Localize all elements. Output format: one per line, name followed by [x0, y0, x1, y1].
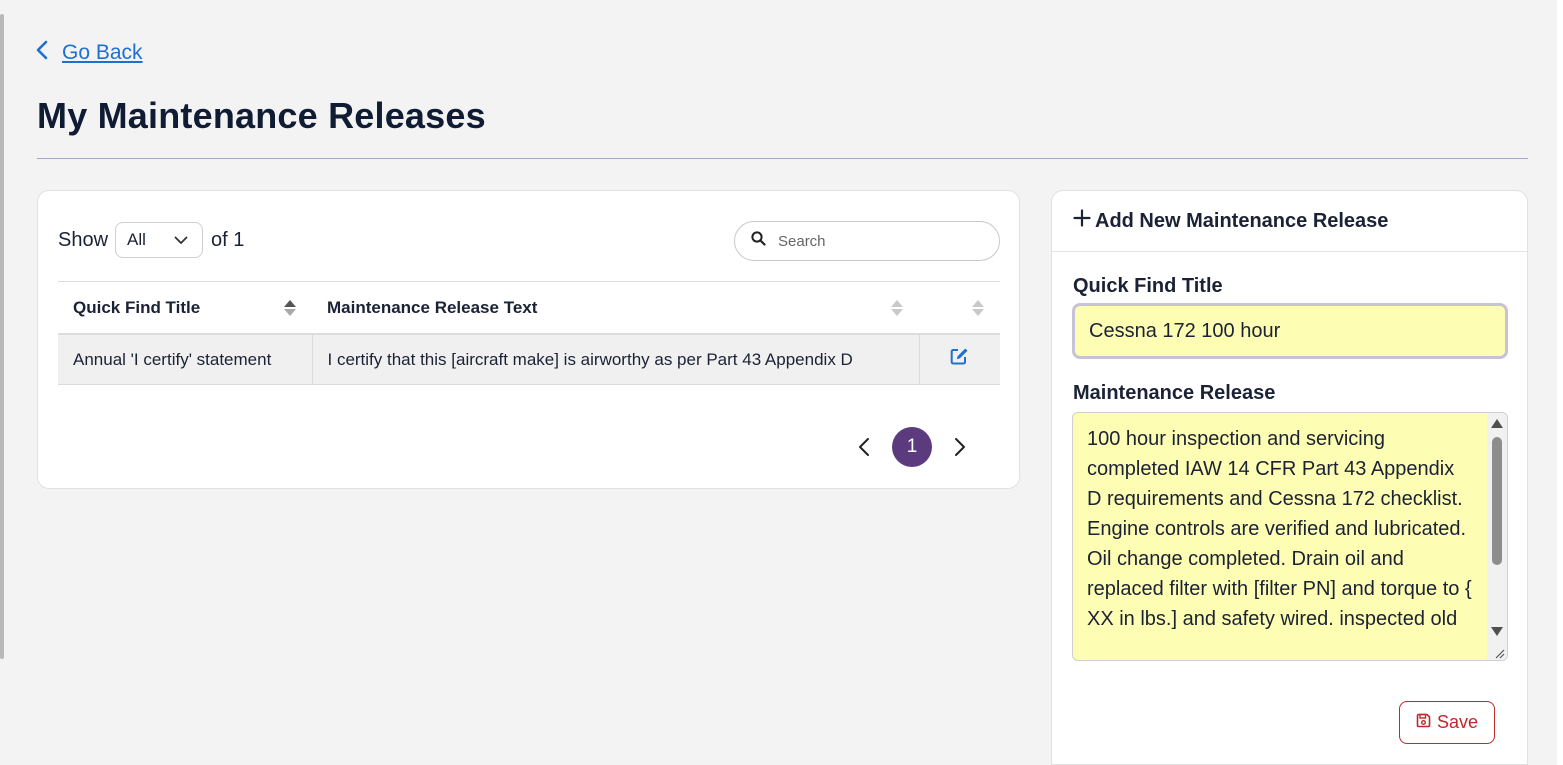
- title-field-label: Quick Find Title: [1073, 275, 1223, 297]
- column-header-title[interactable]: Quick Find Title: [58, 281, 312, 335]
- releases-list-card: Show All of 1 Quick Find Title: [37, 190, 1020, 489]
- column-header-actions[interactable]: [919, 281, 1000, 335]
- scroll-down-icon[interactable]: [1491, 627, 1503, 636]
- table-row: Annual 'I certify' statement I certify t…: [58, 334, 1000, 385]
- release-field-label: Maintenance Release: [1073, 382, 1276, 404]
- chevron-left-icon: [36, 40, 48, 66]
- page-number-button[interactable]: 1: [892, 427, 932, 467]
- resize-grip-icon[interactable]: [1493, 646, 1505, 659]
- save-button[interactable]: Save: [1399, 701, 1495, 744]
- save-label: Save: [1436, 712, 1479, 732]
- plus-icon: [1073, 209, 1091, 233]
- window-edge: [0, 14, 4, 659]
- page: Go Back My Maintenance Releases Show All…: [0, 0, 1563, 765]
- column-header-text[interactable]: Maintenance Release Text: [312, 281, 919, 335]
- page-title: My Maintenance Releases: [37, 95, 486, 136]
- scroll-thumb[interactable]: [1492, 437, 1502, 565]
- scroll-up-icon[interactable]: [1491, 419, 1503, 428]
- go-back-label[interactable]: Go Back: [62, 41, 143, 65]
- prev-page-icon[interactable]: [858, 437, 870, 457]
- textarea-scrollbar[interactable]: [1487, 413, 1507, 660]
- floppy-disk-icon: [1416, 712, 1431, 733]
- row-title-cell: Annual 'I certify' statement: [58, 334, 312, 385]
- sort-icon[interactable]: [284, 299, 296, 316]
- page-size-select[interactable]: All: [115, 222, 204, 258]
- sort-icon[interactable]: [972, 299, 984, 316]
- add-release-title: Add New Maintenance Release: [1095, 209, 1389, 232]
- edit-icon[interactable]: [950, 348, 969, 369]
- add-release-header: Add New Maintenance Release: [1052, 191, 1527, 252]
- add-release-card: Add New Maintenance Release Quick Find T…: [1051, 190, 1528, 765]
- search-icon: [751, 231, 766, 251]
- search-box[interactable]: [734, 221, 1000, 261]
- go-back-link[interactable]: Go Back: [36, 40, 143, 66]
- maintenance-release-text[interactable]: 100 hour inspection and servicing comple…: [1073, 413, 1487, 660]
- maintenance-release-textarea[interactable]: 100 hour inspection and servicing comple…: [1072, 412, 1508, 661]
- sort-icon[interactable]: [891, 299, 903, 316]
- next-page-icon[interactable]: [954, 437, 966, 457]
- page-size-value: All: [127, 230, 146, 249]
- title-divider: [37, 158, 1528, 159]
- search-input[interactable]: [776, 231, 980, 251]
- row-text-cell: I certify that this [aircraft make] is a…: [311, 334, 919, 385]
- page-count-label: of 1: [211, 228, 245, 251]
- page-size-control: Show All of 1: [58, 222, 244, 258]
- pagination: 1: [858, 427, 966, 467]
- releases-table: Quick Find Title Maintenance Release Tex…: [58, 281, 1000, 385]
- quick-find-title-input[interactable]: [1072, 303, 1508, 359]
- window-edge-right: [1557, 0, 1563, 765]
- chevron-down-icon: [174, 230, 188, 250]
- show-label: Show: [58, 228, 109, 251]
- row-actions-cell: [918, 334, 1000, 385]
